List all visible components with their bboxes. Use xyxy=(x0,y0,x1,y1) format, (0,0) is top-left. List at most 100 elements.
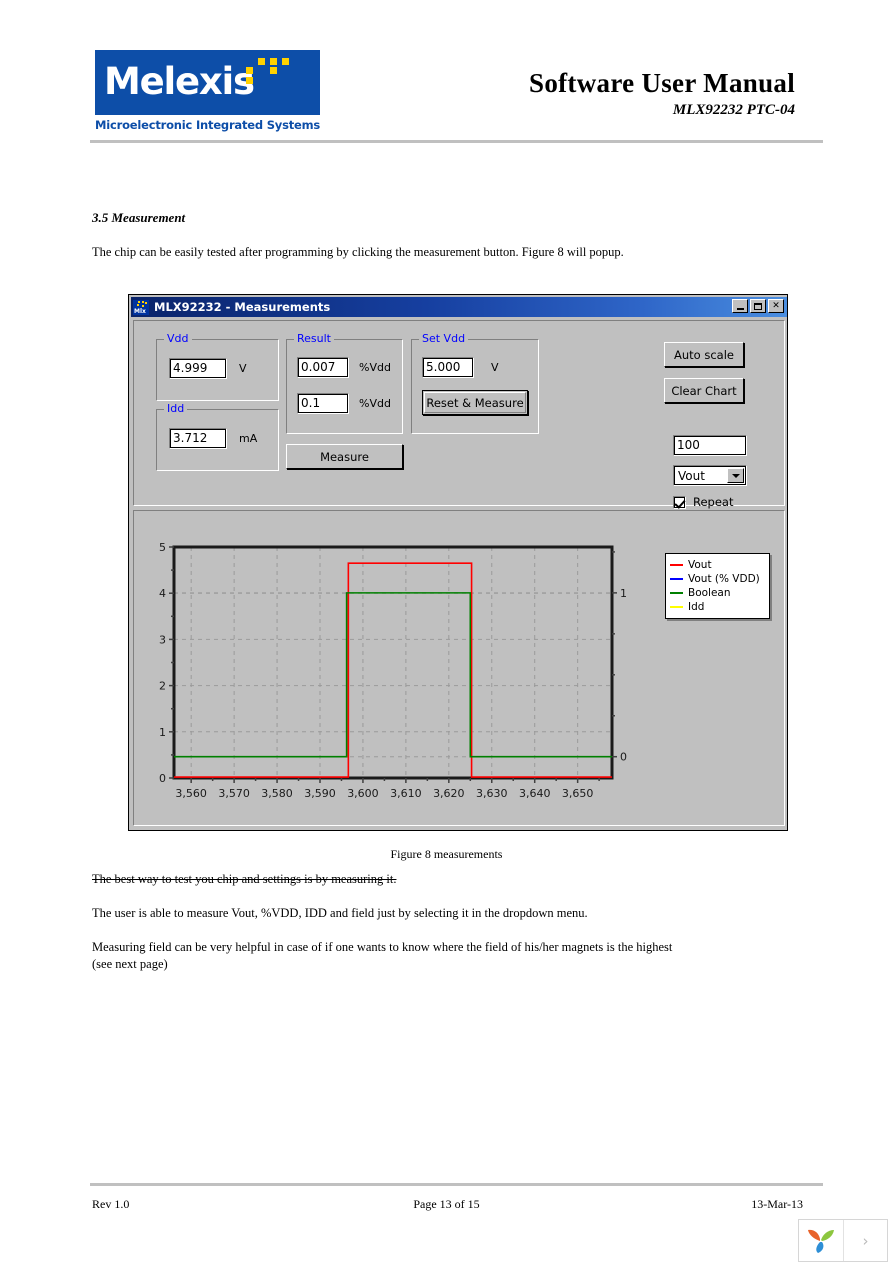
svg-text:0: 0 xyxy=(620,751,627,764)
intro-paragraph: The chip can be easily tested after prog… xyxy=(92,245,624,259)
svg-text:2: 2 xyxy=(159,680,166,693)
vdd-group: Vdd 4.999 V xyxy=(156,332,279,401)
result-group: Result 0.007 %Vdd 0.1 %Vdd xyxy=(286,332,403,434)
minimize-icon xyxy=(736,308,744,310)
melexis-tagline: Microelectronic Integrated Systems xyxy=(95,118,321,132)
measure-button[interactable]: Measure xyxy=(286,444,403,469)
mlx-app-icon: Mlx xyxy=(133,299,149,315)
svg-text:1: 1 xyxy=(159,726,166,739)
legend-label: Idd xyxy=(688,601,705,613)
chart-series xyxy=(174,562,612,778)
chevron-down-icon[interactable] xyxy=(727,468,744,483)
close-button[interactable]: ✕ xyxy=(768,299,784,313)
dialog-titlebar[interactable]: Mlx MLX92232 - Measurements ✕ xyxy=(131,297,787,317)
figure-caption: Figure 8 measurements xyxy=(390,847,503,861)
svg-text:5: 5 xyxy=(159,541,166,554)
auto-scale-label: Auto scale xyxy=(674,347,734,362)
result-value-field-2[interactable]: 0.1 xyxy=(297,393,349,414)
measurement-chart[interactable]: 0 1 2 3 4 5 0 1 3,560 3,570 3,580 3,590 3,600 3,610 3,… xyxy=(134,511,786,827)
repeat-label: Repeat xyxy=(693,495,734,509)
struck-paragraph-text: The best way to test you chip and settin… xyxy=(92,872,397,886)
reset-measure-button[interactable]: Reset & Measure xyxy=(422,390,528,415)
clear-chart-button[interactable]: Clear Chart xyxy=(664,378,744,403)
struck-paragraph: The best way to test you chip and settin… xyxy=(92,871,466,889)
maximize-button[interactable] xyxy=(750,299,766,313)
legend-label: Boolean xyxy=(688,587,731,599)
svg-text:0: 0 xyxy=(159,772,166,785)
svg-text:3,630: 3,630 xyxy=(476,787,508,800)
document-subtitle: MLX92232 PTC-04 xyxy=(672,102,795,118)
chart-gridlines xyxy=(174,546,612,779)
minimize-button[interactable] xyxy=(732,299,748,313)
floating-nav-widget[interactable]: › xyxy=(798,1219,888,1262)
pinwheel-logo-button[interactable] xyxy=(799,1220,844,1261)
logo-dot xyxy=(246,67,253,74)
idd-value-field[interactable]: 3.712 xyxy=(169,428,227,449)
close-icon: ✕ xyxy=(772,300,780,311)
legend-item: Vout xyxy=(670,558,760,572)
svg-text:3,600: 3,600 xyxy=(347,787,379,800)
idd-group: Idd 3.712 mA xyxy=(156,402,279,471)
header-divider xyxy=(90,140,823,143)
chart-tick-labels: 0 1 2 3 4 5 0 1 3,560 3,570 3,580 3,590 3,600 3,610 3,… xyxy=(159,541,627,800)
pinwheel-logo-icon xyxy=(808,1229,834,1253)
dialog-title: MLX92232 - Measurements xyxy=(154,300,331,314)
set-vdd-unit-label: V xyxy=(491,361,499,374)
auto-scale-button[interactable]: Auto scale xyxy=(664,342,744,367)
logo-dot xyxy=(270,67,277,74)
field-paragraph: Measuring field can be very helpful in c… xyxy=(92,940,673,971)
idd-group-label: Idd xyxy=(164,402,188,415)
measure-label: Measure xyxy=(320,449,369,464)
sample-count-field[interactable]: 100 xyxy=(673,435,747,456)
legend-swatch xyxy=(670,564,683,566)
window-buttons: ✕ xyxy=(732,299,784,313)
idd-unit-label: mA xyxy=(239,432,258,445)
svg-text:4: 4 xyxy=(159,587,166,600)
mlx-icon-text: Mlx xyxy=(134,307,146,315)
clear-chart-label: Clear Chart xyxy=(671,383,737,398)
svg-text:3,570: 3,570 xyxy=(218,787,250,800)
svg-text:3,620: 3,620 xyxy=(433,787,465,800)
svg-text:3,640: 3,640 xyxy=(519,787,551,800)
svg-text:3: 3 xyxy=(159,633,166,646)
dropdown-paragraph: The user is able to measure Vout, %VDD, … xyxy=(92,906,588,920)
legend-swatch xyxy=(670,578,683,580)
logo-dot xyxy=(282,58,289,65)
next-page-button[interactable]: › xyxy=(844,1220,887,1261)
legend-item: Idd xyxy=(670,600,760,614)
legend-label: Vout xyxy=(688,559,712,571)
legend-swatch xyxy=(670,606,683,608)
chart-panel: 0 1 2 3 4 5 0 1 3,560 3,570 3,580 3,590 3,600 3,610 3,… xyxy=(133,510,785,826)
signal-select-value: Vout xyxy=(678,468,705,483)
legend-item: Boolean xyxy=(670,586,760,600)
svg-text:3,610: 3,610 xyxy=(390,787,422,800)
logo-dot xyxy=(246,77,253,84)
chevron-right-icon: › xyxy=(862,1231,869,1250)
melexis-logo: Melexis Microelectronic Integrated Syste… xyxy=(95,50,320,132)
repeat-checkbox-row[interactable]: Repeat xyxy=(673,495,733,509)
page-header: Melexis Microelectronic Integrated Syste… xyxy=(0,0,893,150)
svg-text:3,650: 3,650 xyxy=(562,787,594,800)
svg-text:3,590: 3,590 xyxy=(304,787,336,800)
measurements-dialog: Mlx MLX92232 - Measurements ✕ Vdd 4.999 … xyxy=(128,294,788,831)
button-bevel xyxy=(424,392,526,413)
result-unit-label-1: %Vdd xyxy=(359,361,391,374)
document-title: Software User Manual xyxy=(529,68,795,98)
maximize-icon xyxy=(754,302,762,310)
struck-tail-rule xyxy=(396,872,466,889)
svg-text:3,560: 3,560 xyxy=(175,787,207,800)
melexis-wordmark: Melexis xyxy=(104,60,255,103)
result-value-field-1[interactable]: 0.007 xyxy=(297,357,349,378)
result-group-label: Result xyxy=(294,332,334,345)
repeat-checkbox[interactable] xyxy=(673,495,686,509)
signal-select[interactable]: Vout xyxy=(673,465,747,486)
set-vdd-group: Set Vdd 5.000 V Reset & Measure xyxy=(411,332,539,434)
logo-dot xyxy=(258,58,265,65)
section-heading: 3.5 Measurement xyxy=(92,210,186,225)
footer-divider xyxy=(90,1183,823,1186)
vdd-value-field[interactable]: 4.999 xyxy=(169,358,227,379)
result-unit-label-2: %Vdd xyxy=(359,397,391,410)
chart-axes xyxy=(169,545,617,783)
set-vdd-value-field[interactable]: 5.000 xyxy=(422,357,474,378)
legend-swatch xyxy=(670,592,683,594)
